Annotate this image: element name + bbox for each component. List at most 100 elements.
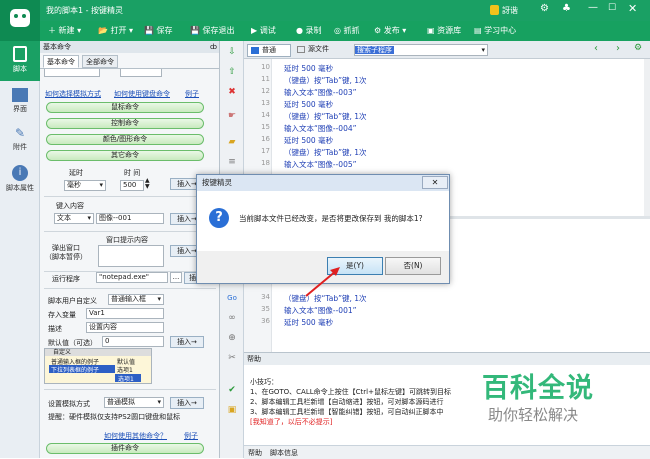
link-example-top[interactable]: 例子 xyxy=(185,89,199,99)
custom-mode-select[interactable]: 普通输入框 ▾ xyxy=(108,294,164,305)
sidebar-item-ui[interactable]: 界面 xyxy=(0,85,40,119)
link-example-bottom[interactable]: 例子 xyxy=(184,431,198,441)
code-line[interactable]: 延时 500 毫秒 xyxy=(284,317,333,328)
delete-icon[interactable]: ✖ xyxy=(227,87,237,97)
link-sim-method[interactable]: 如何选择模拟方式 xyxy=(45,89,101,99)
delay-value-input[interactable]: 500 xyxy=(120,180,144,191)
custom-insert-button[interactable]: 插入→ xyxy=(170,336,204,348)
folder-icon[interactable]: ▰ xyxy=(227,137,237,147)
save-exit-button[interactable]: 💾 保存退出 xyxy=(190,24,235,38)
code-line[interactable]: 输入文本“图像--004” xyxy=(284,123,357,134)
delay-stepper[interactable]: ▲ ▼ xyxy=(145,178,150,190)
stamp-icon[interactable]: ⊕ xyxy=(227,333,237,343)
arrow-up-icon[interactable]: ⇧ xyxy=(227,67,237,77)
desc-value: 设置内容 xyxy=(89,323,117,331)
dropdown-arrow-icon: ▾ xyxy=(157,398,161,406)
binocular-icon[interactable]: ∞ xyxy=(227,313,237,323)
truncated-field-2[interactable] xyxy=(120,69,162,77)
run-program-field[interactable]: "notepad.exe" xyxy=(96,272,168,283)
input-content-field[interactable]: 图像--001 xyxy=(96,213,164,224)
lock-icon[interactable]: ▣ xyxy=(227,405,237,415)
popup-content-label: 窗口提示内容 xyxy=(106,236,148,244)
group-mouse-commands[interactable]: 鼠标命令 xyxy=(46,102,204,113)
line-icon[interactable]: ✂ xyxy=(227,353,237,363)
normal-icon xyxy=(251,47,259,54)
gear-icon[interactable]: ⚙ xyxy=(634,43,642,53)
line-number: 36 xyxy=(261,317,270,325)
capture-button[interactable]: ◎ 抓抓 xyxy=(334,24,360,38)
code-line[interactable]: 输入文本“图像--003” xyxy=(284,87,357,98)
code-line[interactable]: 输入文本“图像--005” xyxy=(284,159,357,170)
desc-field[interactable]: 设置内容 xyxy=(86,322,164,333)
dropdown-arrow-icon: ▾ xyxy=(157,295,161,303)
code-line[interactable]: 延时 500 毫秒 xyxy=(284,63,333,74)
code-line[interactable]: （键盘）按“Tab”键, 1次 xyxy=(284,293,367,304)
user-name[interactable]: 訝谐 xyxy=(502,5,518,16)
group-plugin-commands[interactable]: 插件命令 xyxy=(46,443,204,454)
dialog-close-button[interactable]: ✕ xyxy=(422,176,448,189)
tab-source[interactable]: 源文件 xyxy=(294,44,340,57)
group-control-commands[interactable]: 控制命令 xyxy=(46,118,204,129)
help-dismiss-link[interactable]: [我知道了，以后不必提示] xyxy=(250,417,332,427)
code-line[interactable]: 输入文本“图像--001” xyxy=(284,305,357,316)
group-color-commands[interactable]: 颜色/图形命令 xyxy=(46,134,204,145)
grid-icon xyxy=(12,88,28,102)
default-field[interactable]: 0 xyxy=(102,336,164,347)
watermark-sub: 助你轻松解决 xyxy=(488,406,579,424)
preview-row3-value: 选项1 xyxy=(118,376,134,383)
code-line[interactable]: （键盘）按“Tab”键, 1次 xyxy=(284,75,367,86)
link-other-commands[interactable]: 如何使用其他命令？ xyxy=(104,431,167,441)
tab-script-info[interactable]: 脚本信息 xyxy=(270,448,298,458)
code-line[interactable]: 延时 500 毫秒 xyxy=(284,99,333,110)
tab-normal[interactable]: 普通 xyxy=(247,44,291,57)
learn-button[interactable]: ▤ 学习中心 xyxy=(474,24,516,38)
prev-arrow-icon[interactable]: ‹ xyxy=(594,43,598,54)
tab-basic-commands[interactable]: 基本命令 xyxy=(43,55,79,68)
sim-mode-select[interactable]: 普通模拟 ▾ xyxy=(104,397,164,408)
store-var-field[interactable]: Var1 xyxy=(86,308,164,319)
close-button[interactable]: ✕ xyxy=(628,2,637,15)
open-button[interactable]: 📂 打开 ▾ xyxy=(98,24,133,38)
browse-button[interactable]: ... xyxy=(170,272,182,283)
settings-icon[interactable]: ⚙ xyxy=(540,3,549,14)
truncated-field-1[interactable] xyxy=(44,69,100,77)
no-button[interactable]: 否(N) xyxy=(385,257,441,275)
debug-button[interactable]: ▶ 调试 xyxy=(251,24,276,38)
popup-content-field[interactable] xyxy=(98,245,164,267)
dropdown-arrow-icon: ▾ xyxy=(481,46,485,54)
gc-icon[interactable]: Go xyxy=(227,293,237,303)
maximize-button[interactable]: ☐ xyxy=(608,3,616,13)
tab-all-commands[interactable]: 全部命令 xyxy=(82,55,118,68)
scrollbar[interactable] xyxy=(644,59,650,216)
delay-unit-select[interactable]: 毫秒 ▾ xyxy=(64,180,106,191)
group-other-commands[interactable]: 其它命令 xyxy=(46,150,204,161)
pin-icon[interactable]: ȸ xyxy=(210,43,217,51)
subroutine-search[interactable]: 搜索子程序 ▾ xyxy=(354,44,488,56)
code-line[interactable]: 延时 500 毫秒 xyxy=(284,135,333,146)
sidebar-item-script[interactable]: 脚本 xyxy=(0,41,40,81)
indent-icon[interactable]: ≡ xyxy=(227,157,237,167)
record-button[interactable]: ● 录制 xyxy=(296,24,322,38)
sidebar-item-properties[interactable]: i 脚本属性 xyxy=(0,163,40,199)
arrow-down-icon[interactable]: ⇩ xyxy=(227,47,237,57)
link-keyboard-cmd[interactable]: 如何使用键盘命令 xyxy=(114,89,170,99)
check-icon[interactable]: ✔ xyxy=(227,385,237,395)
tab-help[interactable]: 帮助 xyxy=(248,448,262,458)
sidebar-item-attachment[interactable]: ✎ 附件 xyxy=(0,123,40,157)
new-button[interactable]: ＋ 新建 ▾ xyxy=(48,24,81,38)
sim-mode-value: 普通模拟 xyxy=(107,398,135,406)
window-title: 我的脚本1 - 按键精灵 xyxy=(46,6,124,15)
minimize-button[interactable]: — xyxy=(588,2,598,13)
code-line[interactable]: （键盘）按“Tab”键, 1次 xyxy=(284,111,367,122)
paperclip-icon: ✎ xyxy=(14,126,26,140)
publish-button[interactable]: ⚙ 发布 ▾ xyxy=(374,24,406,38)
skin-icon[interactable]: ♣ xyxy=(562,3,571,14)
yes-button[interactable]: 是(Y) xyxy=(327,257,383,275)
resource-button[interactable]: ▣ 资源库 xyxy=(427,24,461,38)
hand-icon[interactable]: ☛ xyxy=(227,111,237,121)
sim-insert-button[interactable]: 插入→ xyxy=(170,397,204,409)
input-type-select[interactable]: 文本 ▾ xyxy=(54,213,94,224)
next-arrow-icon[interactable]: › xyxy=(616,43,620,54)
code-line[interactable]: （键盘）按“Tab”键, 1次 xyxy=(284,147,367,158)
save-button[interactable]: 💾 保存 xyxy=(144,24,173,38)
